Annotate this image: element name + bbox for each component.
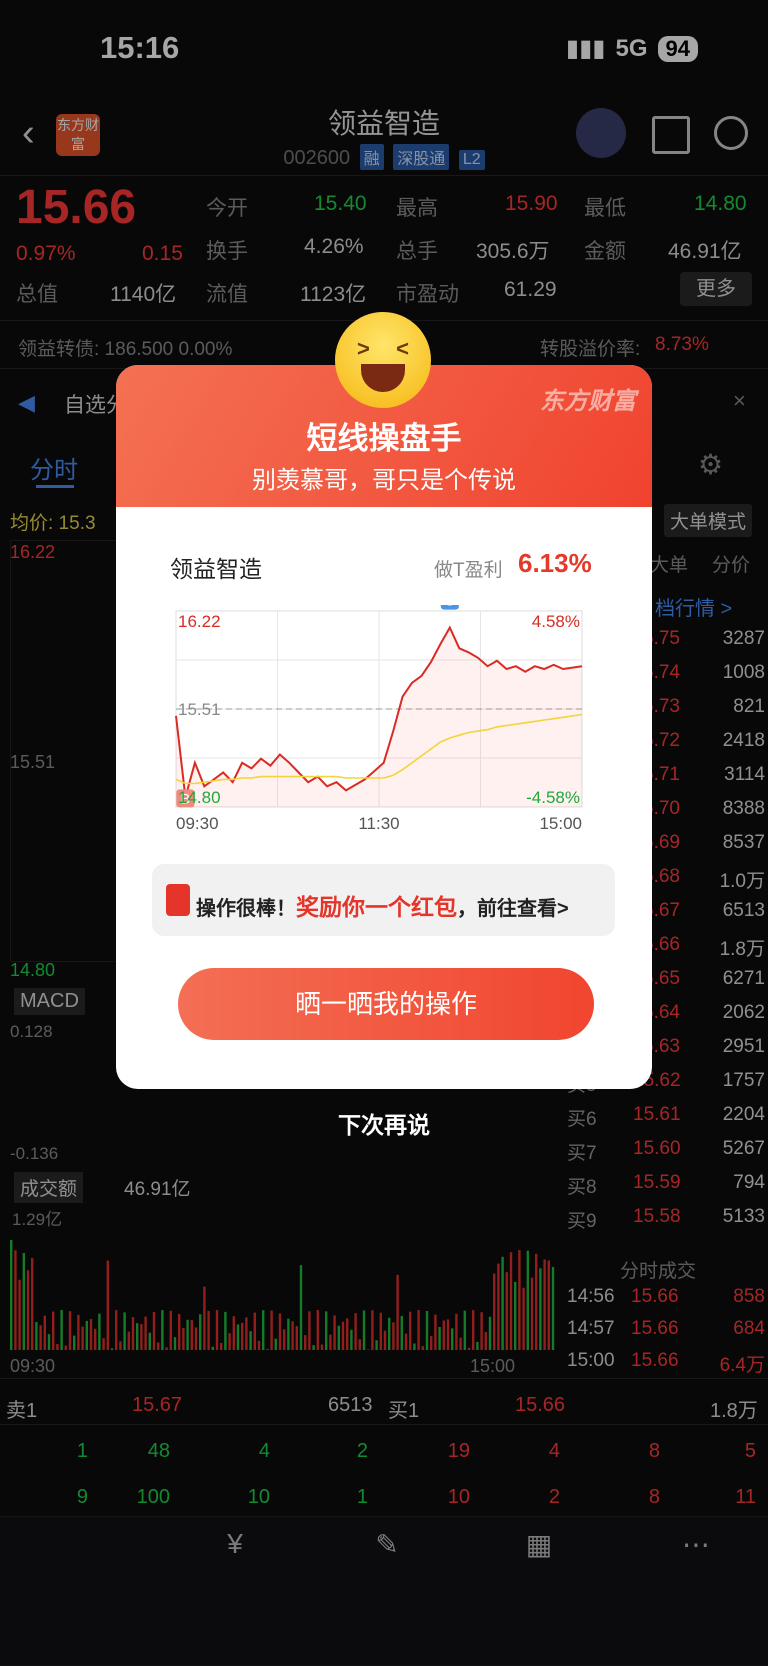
- y-ref-label: 15.51: [178, 700, 221, 719]
- reward-suffix: ，前往查看>: [457, 898, 569, 920]
- reward-prefix: 操作很棒！: [196, 898, 296, 920]
- x-start-label: 09:30: [176, 814, 219, 833]
- pct-top-label: 4.58%: [532, 612, 580, 631]
- reward-main: 奖励你一个红包: [296, 894, 457, 920]
- modal-subtitle: 别羡慕哥，哥只是个传说: [252, 467, 516, 494]
- modal-title: 短线操盘手: [306, 421, 462, 456]
- svg-text:S: S: [445, 605, 454, 609]
- laughing-face-icon: > <: [335, 312, 431, 408]
- x-mid-label: 11:30: [358, 814, 399, 833]
- modal-intraday-chart: BS 16.2215.5114.804.58%-4.58%09:3011:301…: [175, 605, 583, 833]
- profit-label: 做T盈利: [434, 560, 503, 581]
- y-bottom-label: 14.80: [178, 788, 221, 807]
- trader-modal: 东方财富 短线操盘手 别羡慕哥，哥只是个传说 领益智造 做T盈利 6.13% B…: [116, 365, 652, 1089]
- profit-value: 6.13%: [518, 548, 592, 578]
- modal-stock-name: 领益智造: [170, 556, 262, 582]
- share-operation-button[interactable]: 晒一晒我的操作: [178, 968, 594, 1040]
- x-end-label: 15:00: [539, 814, 582, 833]
- modal-brand: 东方财富: [540, 388, 636, 415]
- sell-marker: S: [440, 605, 459, 610]
- dismiss-button[interactable]: 下次再说: [0, 1106, 768, 1140]
- red-envelope-icon: [166, 884, 190, 916]
- reward-banner[interactable]: 操作很棒！奖励你一个红包，前往查看>: [152, 864, 615, 936]
- pct-bottom-label: -4.58%: [526, 788, 580, 807]
- y-top-label: 16.22: [178, 612, 221, 631]
